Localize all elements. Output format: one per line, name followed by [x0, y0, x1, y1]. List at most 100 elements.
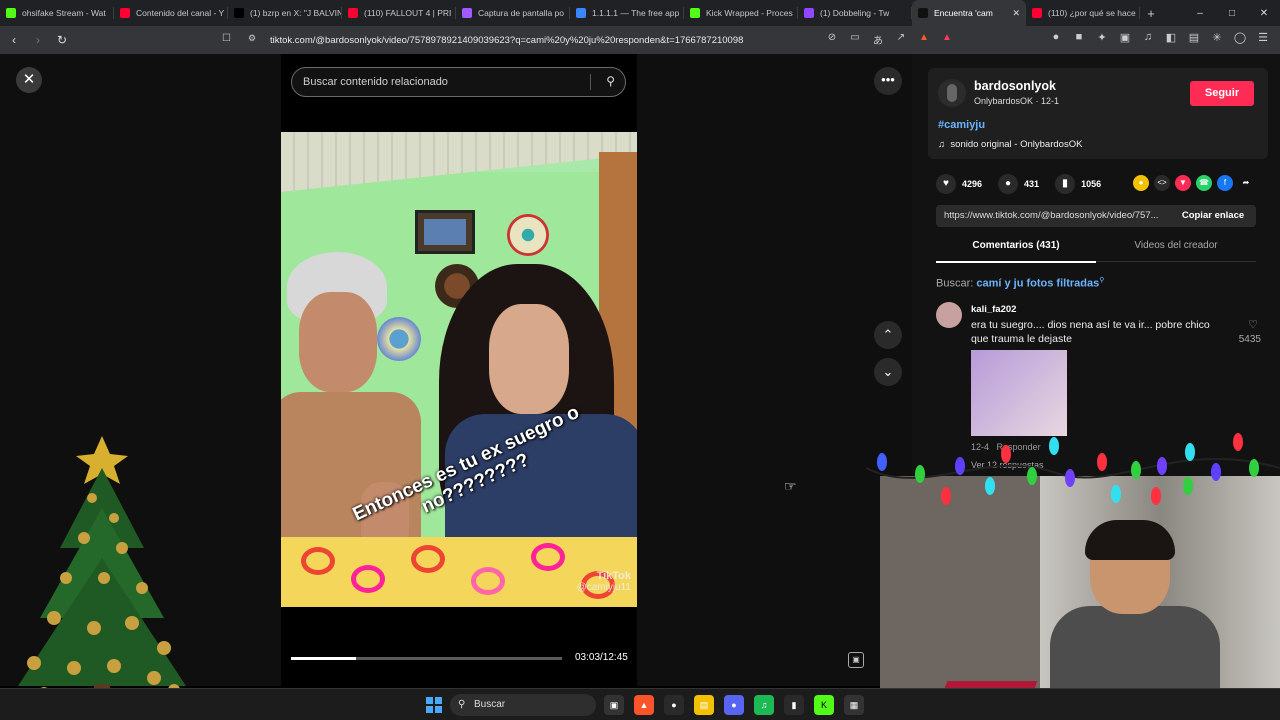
close-icon[interactable]: ✕: [16, 67, 42, 93]
avatar[interactable]: [936, 302, 962, 328]
watermark-brand: TikTok: [596, 570, 631, 582]
browser-tab[interactable]: 1.1.1.1 — The free app: [570, 0, 684, 26]
browser-tab[interactable]: Kick Wrapped - Proces: [684, 0, 798, 26]
previous-video-icon[interactable]: ⌃: [874, 321, 902, 349]
vpn-icon[interactable]: ◯: [1233, 31, 1247, 47]
no-tracking-icon[interactable]: ⊘: [825, 32, 839, 47]
browser-tab-label: (110) ¿por qué se hace: [1048, 8, 1136, 18]
sound-link[interactable]: ♫ sonido original - OnlybardosOK: [938, 139, 1082, 150]
search-suggestion-query[interactable]: camí y ju fotos filtradas: [976, 278, 1099, 290]
next-video-icon[interactable]: ⌄: [874, 358, 902, 386]
browser-tab[interactable]: (1) bzrp en X: "J BALVIN: [228, 0, 342, 26]
share-icon[interactable]: ↗: [894, 32, 908, 47]
kick-icon[interactable]: K: [814, 695, 834, 715]
christmas-lights-overlay: [866, 433, 1280, 505]
windows-taskbar: ⚲ Buscar ▣ ▲ ● ▤ ● ♫ ▮ K ▦: [0, 688, 1280, 720]
brave-shield-icon[interactable]: ▲: [917, 32, 931, 47]
taskbar-search-label: Buscar: [474, 699, 506, 710]
browser-tab[interactable]: ohsifake Stream - Wat: [0, 0, 114, 26]
heart-icon[interactable]: ♥: [936, 174, 956, 194]
author-name[interactable]: bardosonlyok: [974, 79, 1056, 93]
wallet-icon[interactable]: ▤: [1187, 31, 1201, 47]
tab-comments[interactable]: Comentarios (431): [936, 240, 1096, 263]
browser-tab-bar: ohsifake Stream - Wat Contenido del canal…: [0, 0, 1280, 26]
close-window-icon[interactable]: ✕: [1248, 8, 1280, 19]
comment-image[interactable]: [971, 350, 1067, 436]
browser-tab-label: Captura de pantalla po: [478, 8, 565, 18]
coin-icon[interactable]: ●: [1133, 175, 1149, 191]
translate-icon[interactable]: あ: [871, 32, 885, 47]
facebook-icon[interactable]: f: [1217, 175, 1233, 191]
share-link-field[interactable]: https://www.tiktok.com/@bardosonlyok/vid…: [936, 205, 1256, 227]
windows-start-icon[interactable]: [426, 697, 442, 713]
browser-tab[interactable]: Captura de pantalla po: [456, 0, 570, 26]
taskbar-search[interactable]: ⚲ Buscar: [450, 694, 596, 716]
video-player[interactable]: Buscar contenido relacionado ⚲ Entonces …: [281, 54, 637, 686]
extension-icon[interactable]: ●: [1049, 31, 1063, 47]
leo-icon[interactable]: ✳: [1210, 31, 1224, 47]
comment-username[interactable]: kali_fa202: [971, 304, 1016, 315]
maximize-icon[interactable]: □: [1216, 8, 1248, 19]
browser-tab[interactable]: Contenido del canal - Y: [114, 0, 228, 26]
menu-icon[interactable]: ☰: [1256, 31, 1270, 47]
app-icon[interactable]: ▮: [784, 695, 804, 715]
follow-button[interactable]: Seguir: [1190, 81, 1254, 106]
browser-tab[interactable]: (1) Dobbeling - Tw: [798, 0, 912, 26]
browser-tab-label: (110) FALLOUT 4 | PRI: [364, 8, 452, 18]
music-icon[interactable]: ♫: [1141, 31, 1155, 47]
saves-count: 1056: [1081, 179, 1102, 189]
search-icon[interactable]: ⚲: [606, 74, 615, 88]
taskbar-apps: ▣ ▲ ● ▤ ● ♫ ▮ K ▦: [604, 695, 864, 715]
video-frame[interactable]: Entonces es tu ex suegro o no???????? Ti…: [281, 132, 637, 607]
send-icon[interactable]: ▼: [1175, 175, 1191, 191]
back-icon[interactable]: ‹: [4, 33, 24, 47]
video-progress-bar[interactable]: [291, 657, 562, 660]
address-bar[interactable]: ☐ ⚙ tiktok.com/@bardosonlyok/video/75789…: [222, 29, 962, 51]
extensions-bar: ● ■ ✦ ▣ ♫ ◧ ▤ ✳ ◯ ☰: [1049, 31, 1270, 47]
search-suggestion[interactable]: Buscar: camí y ju fotos filtradas⚲: [936, 276, 1104, 290]
discord-icon[interactable]: ●: [724, 695, 744, 715]
new-tab-icon[interactable]: +: [1140, 6, 1162, 21]
app-icon[interactable]: ●: [664, 695, 684, 715]
forward-icon[interactable]: ›: [28, 33, 48, 47]
bookmark-icon[interactable]: ▮: [1055, 174, 1076, 194]
tab-creator-videos[interactable]: Videos del creador: [1096, 240, 1256, 251]
browser-tab[interactable]: Encuentra 'cam ✕: [912, 0, 1026, 26]
embed-icon[interactable]: <>: [1154, 175, 1170, 191]
browser-tab[interactable]: (110) ¿por qué se hace: [1026, 0, 1140, 26]
extension-icon[interactable]: ■: [1072, 31, 1086, 47]
picture-in-picture-icon[interactable]: ▣: [848, 652, 864, 668]
share-arrow-icon[interactable]: ➦: [1238, 175, 1254, 191]
extension-icon[interactable]: ▣: [1118, 31, 1132, 47]
share-row: ● <> ▼ ☎ f ➦: [1133, 175, 1254, 191]
author-subtitle: OnlybardosOK · 12-1: [974, 96, 1060, 106]
avatar[interactable]: [938, 79, 966, 107]
more-options-icon[interactable]: •••: [874, 67, 902, 95]
brave-icon[interactable]: ▲: [634, 695, 654, 715]
puzzle-icon[interactable]: ✦: [1095, 31, 1109, 47]
engagement-stats: ♥ 4296 ● 431 ▮ 1056: [936, 174, 1111, 194]
close-tab-icon[interactable]: ✕: [1012, 8, 1020, 19]
heart-icon[interactable]: ♡: [1248, 318, 1258, 331]
screen-icon[interactable]: ▭: [848, 32, 862, 47]
site-info-icon[interactable]: ⚙: [248, 33, 256, 44]
browser-tab-label: Kick Wrapped - Proces: [706, 8, 793, 18]
browser-tab[interactable]: (110) FALLOUT 4 | PRI: [342, 0, 456, 26]
related-search-input[interactable]: Buscar contenido relacionado ⚲: [291, 67, 626, 97]
task-view-icon[interactable]: ▣: [604, 695, 624, 715]
tiktok-watermark: TikTok @camiyju11: [577, 570, 631, 594]
calculator-icon[interactable]: ▦: [844, 695, 864, 715]
copy-link-button[interactable]: Copiar enlace: [1170, 205, 1256, 227]
minimize-icon[interactable]: –: [1184, 8, 1216, 19]
brave-rewards-icon[interactable]: ▲: [940, 32, 954, 47]
url-text[interactable]: tiktok.com/@bardosonlyok/video/757897892…: [270, 35, 743, 46]
reload-icon[interactable]: ↻: [52, 33, 72, 47]
file-explorer-icon[interactable]: ▤: [694, 695, 714, 715]
comment-icon[interactable]: ●: [998, 174, 1019, 194]
pen-icon: [462, 8, 472, 18]
bookmark-icon[interactable]: ☐: [222, 33, 231, 44]
sidebar-icon[interactable]: ◧: [1164, 31, 1178, 47]
hashtag-link[interactable]: #camiyju: [938, 119, 985, 131]
spotify-icon[interactable]: ♫: [754, 695, 774, 715]
whatsapp-icon[interactable]: ☎: [1196, 175, 1212, 191]
